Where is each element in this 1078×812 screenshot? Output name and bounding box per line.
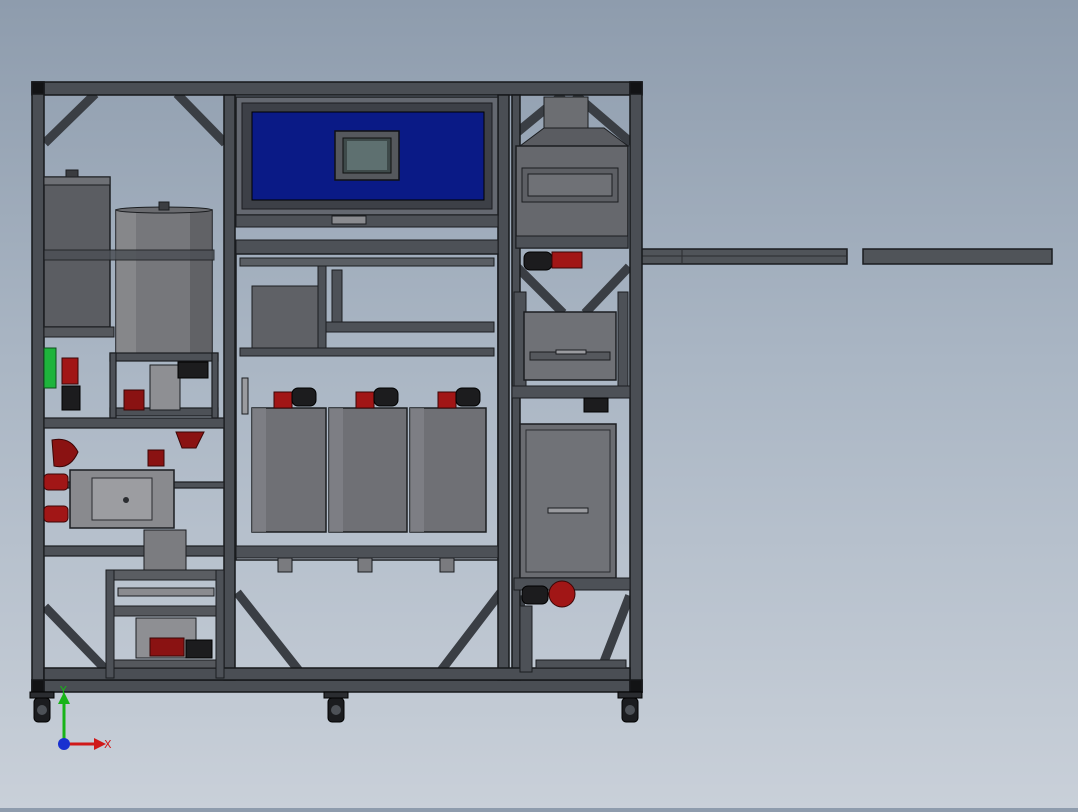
y-axis-label: Y [59, 684, 67, 697]
center-tank-row [251, 387, 487, 533]
caster-wheel-center [323, 691, 349, 723]
touch-screen-icon[interactable] [334, 130, 400, 181]
coordinate-triad-icon[interactable]: Y X [20, 680, 130, 770]
z-axis-dot [58, 738, 70, 750]
left-bay-motors [43, 347, 209, 529]
extension-rails [639, 248, 1053, 265]
x-axis-label: X [104, 738, 112, 751]
center-lower-shelf [235, 545, 499, 573]
machine-frame-model[interactable] [0, 0, 1078, 808]
caster-wheel-right [617, 691, 643, 723]
cad-viewport[interactable]: Y X [0, 0, 1078, 808]
